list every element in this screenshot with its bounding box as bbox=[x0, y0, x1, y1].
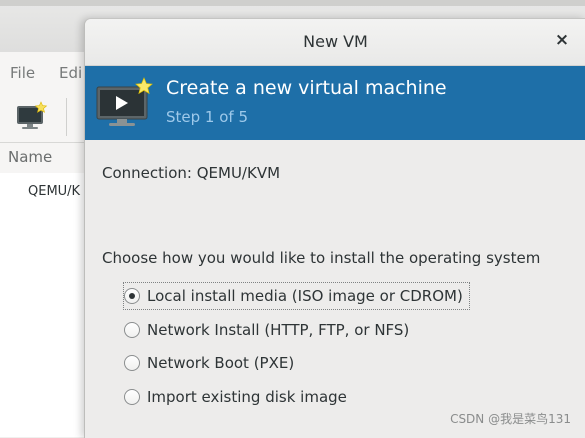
main-window-top-edge bbox=[0, 0, 585, 6]
dialog-titlebar: New VM × bbox=[85, 19, 585, 66]
vm-list bbox=[0, 173, 90, 437]
radio-button[interactable] bbox=[124, 355, 140, 371]
radio-button[interactable] bbox=[124, 322, 140, 338]
connection-label: Connection: bbox=[102, 164, 192, 182]
watermark: CSDN @我是菜鸟131 bbox=[450, 412, 571, 426]
radio-button[interactable] bbox=[124, 288, 140, 304]
radio-button[interactable] bbox=[124, 389, 140, 405]
menu-edit[interactable]: Edi bbox=[59, 64, 82, 82]
option-local-install-media[interactable]: Local install media (ISO image or CDROM) bbox=[123, 282, 470, 310]
new-vm-toolbar-button[interactable] bbox=[13, 100, 49, 134]
monitor-play-icon bbox=[95, 77, 153, 129]
option-label: Network Install (HTTP, FTP, or NFS) bbox=[147, 321, 410, 339]
option-network-boot[interactable]: Network Boot (PXE) bbox=[124, 350, 294, 376]
banner-title: Create a new virtual machine bbox=[166, 77, 447, 99]
wizard-banner: Create a new virtual machine Step 1 of 5 bbox=[85, 66, 585, 140]
option-network-install[interactable]: Network Install (HTTP, FTP, or NFS) bbox=[124, 317, 409, 343]
step-indicator: Step 1 of 5 bbox=[166, 108, 249, 126]
dialog-title: New VM bbox=[303, 32, 368, 51]
new-vm-icon bbox=[17, 101, 48, 129]
name-column-header[interactable]: Name bbox=[8, 148, 52, 166]
option-label: Import existing disk image bbox=[147, 388, 347, 406]
connection-line: Connection: QEMU/KVM bbox=[102, 164, 280, 182]
option-import-disk-image[interactable]: Import existing disk image bbox=[124, 384, 347, 410]
install-method-prompt: Choose how you would like to install the… bbox=[102, 249, 541, 267]
connection-row[interactable]: QEMU/K bbox=[28, 184, 80, 199]
close-icon[interactable]: × bbox=[552, 30, 572, 50]
connection-value: QEMU/KVM bbox=[196, 164, 281, 182]
option-label: Local install media (ISO image or CDROM) bbox=[147, 287, 463, 305]
toolbar-separator bbox=[66, 98, 67, 136]
menu-file[interactable]: File bbox=[10, 64, 35, 82]
option-label: Network Boot (PXE) bbox=[147, 354, 295, 372]
